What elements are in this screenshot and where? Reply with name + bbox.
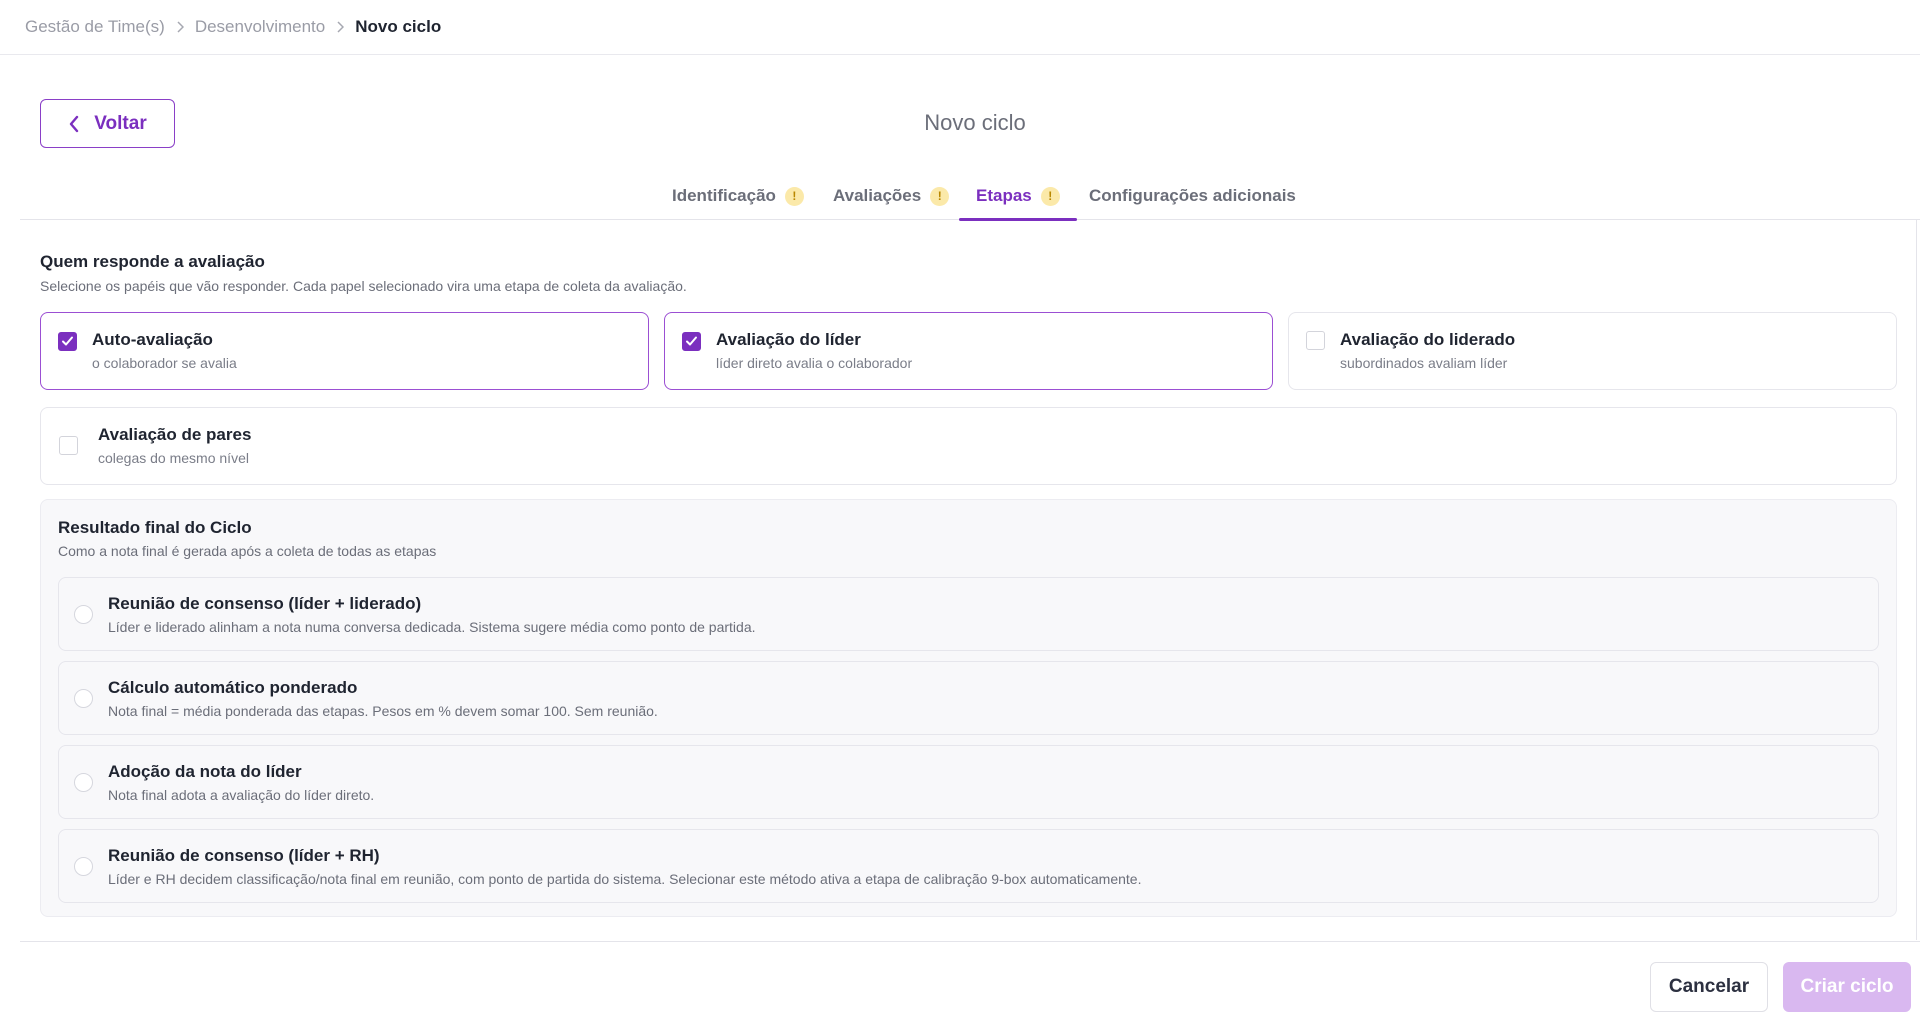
page: Gestão de Time(s) Desenvolvimento Novo c… — [0, 0, 1920, 1027]
breadcrumb-item-current: Novo ciclo — [355, 17, 442, 36]
create-cycle-button[interactable]: Criar ciclo — [1783, 962, 1911, 1012]
warning-icon: ! — [1040, 186, 1060, 206]
option-description: Líder e liderado alinham a nota numa con… — [108, 619, 756, 635]
tab-label: Identificação — [672, 186, 776, 205]
role-title: Auto-avaliação — [92, 330, 213, 349]
tab-label: Avaliações — [833, 186, 922, 205]
tab-bar: Identificação ! Avaliações ! Etapas ! Co… — [20, 172, 1920, 221]
option-title: Adoção da nota do líder — [108, 762, 302, 781]
role-description: subordinados avaliam líder — [1340, 355, 1508, 371]
tab-label: Etapas — [976, 186, 1032, 205]
option-title: Reunião de consenso (líder + liderado) — [108, 594, 422, 613]
radio-button[interactable] — [74, 689, 93, 708]
role-description: colegas do mesmo nível — [98, 450, 249, 466]
content-border — [1916, 220, 1917, 940]
page-title: Novo ciclo — [924, 110, 1026, 135]
tab-stages[interactable]: Etapas ! — [959, 172, 1077, 221]
final-result-title: Resultado final do Ciclo — [58, 518, 252, 537]
breadcrumb-item-team-management[interactable]: Gestão de Time(s) — [25, 17, 165, 37]
role-title: Avaliação do líder — [716, 330, 861, 349]
option-title: Reunião de consenso (líder + RH) — [108, 846, 380, 865]
checkbox-unchecked[interactable] — [1306, 331, 1325, 350]
role-card-subordinate-evaluation[interactable]: Avaliação do liderado subordinados avali… — [1288, 312, 1897, 390]
option-description: Líder e RH decidem classificação/nota fi… — [108, 871, 1142, 887]
tab-identification[interactable]: Identificação ! — [672, 172, 804, 220]
option-leader-score-adoption[interactable]: Adoção da nota do líder Nota final adota… — [58, 745, 1879, 819]
breadcrumb: Gestão de Time(s) Desenvolvimento Novo c… — [0, 0, 1920, 55]
option-title: Cálculo automático ponderado — [108, 678, 358, 697]
option-description: Nota final = média ponderada das etapas.… — [108, 703, 658, 719]
check-icon — [62, 336, 73, 346]
tab-label: Configurações adicionais — [1089, 186, 1296, 205]
option-consensus-leader-hr[interactable]: Reunião de consenso (líder + RH) Líder e… — [58, 829, 1879, 903]
radio-button[interactable] — [74, 605, 93, 624]
final-result-subtitle: Como a nota final é gerada após a coleta… — [58, 543, 437, 559]
role-card-peer-evaluation[interactable]: Avaliação de pares colegas do mesmo níve… — [40, 407, 1897, 485]
cancel-button[interactable]: Cancelar — [1650, 962, 1768, 1012]
option-weighted-calculation[interactable]: Cálculo automático ponderado Nota final … — [58, 661, 1879, 735]
tab-additional-settings[interactable]: Configurações adicionais — [1089, 172, 1296, 220]
chevron-right-icon — [336, 21, 345, 33]
warning-icon: ! — [784, 186, 804, 206]
check-icon — [686, 336, 697, 346]
chevron-right-icon — [176, 21, 184, 33]
checkbox-checked[interactable] — [682, 332, 701, 351]
role-title: Avaliação de pares — [98, 425, 252, 444]
role-card-leader-evaluation[interactable]: Avaliação do líder líder direto avalia o… — [664, 312, 1273, 390]
option-consensus-leader-subordinate[interactable]: Reunião de consenso (líder + liderado) L… — [58, 577, 1879, 651]
option-description: Nota final adota a avaliação do líder di… — [108, 787, 375, 803]
radio-button[interactable] — [74, 773, 93, 792]
warning-icon: ! — [930, 186, 950, 206]
breadcrumb-item-development[interactable]: Desenvolvimento — [195, 17, 325, 37]
role-description: o colaborador se avalia — [92, 355, 237, 371]
footer-divider — [20, 941, 1920, 942]
role-title: Avaliação do liderado — [1340, 330, 1516, 349]
checkbox-checked[interactable] — [58, 332, 77, 351]
role-card-self-evaluation[interactable]: Auto-avaliação o colaborador se avalia — [40, 312, 649, 390]
respondents-subtitle: Selecione os papéis que vão responder. C… — [40, 278, 687, 294]
radio-button[interactable] — [74, 857, 93, 876]
tab-evaluations[interactable]: Avaliações ! — [833, 172, 950, 220]
checkbox-unchecked[interactable] — [59, 436, 78, 455]
respondents-title: Quem responde a avaliação — [40, 252, 265, 271]
role-description: líder direto avalia o colaborador — [716, 355, 913, 371]
